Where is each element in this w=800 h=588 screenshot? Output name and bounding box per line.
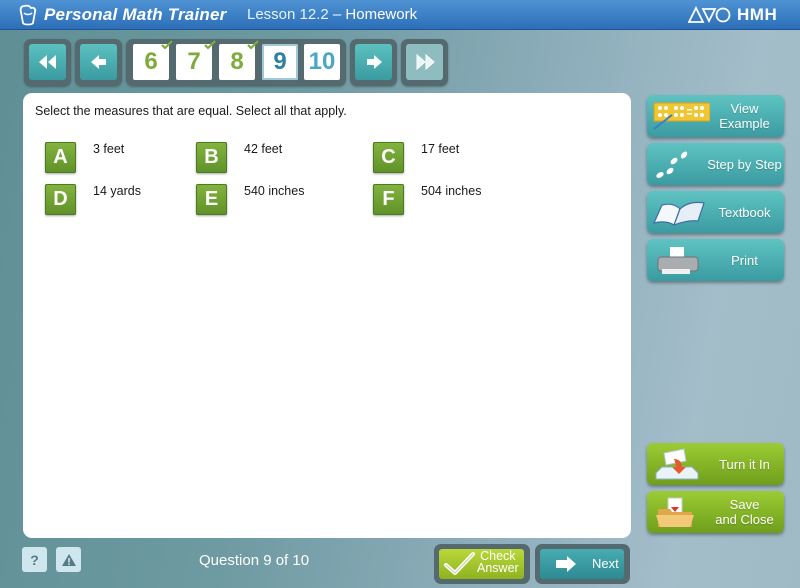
footsteps-icon bbox=[656, 151, 688, 178]
choice-letter-badge[interactable]: D bbox=[45, 184, 76, 215]
hmh-shapes-icon bbox=[688, 6, 731, 24]
view-example-label: View Example bbox=[705, 95, 784, 137]
turn-it-in-button[interactable]: Turn it In bbox=[647, 443, 784, 485]
turn-it-in-label: Turn it In bbox=[719, 456, 770, 472]
save-and-close-button[interactable]: Save and Close bbox=[647, 491, 784, 533]
question-tiles: 6 7 8 9 10 bbox=[126, 39, 346, 86]
arrow-left-icon bbox=[90, 55, 106, 69]
textbook-icon bbox=[652, 201, 705, 227]
choice-e[interactable]: E 540 inches bbox=[196, 184, 304, 215]
choice-b[interactable]: B 42 feet bbox=[196, 142, 282, 173]
question-prompt: Select the measures that are equal. Sele… bbox=[35, 104, 347, 118]
choice-text: 540 inches bbox=[244, 184, 305, 198]
next-button[interactable]: Next bbox=[540, 549, 624, 579]
choice-letter-badge[interactable]: F bbox=[373, 184, 404, 215]
first-question-frame bbox=[24, 39, 71, 86]
choice-text: 17 feet bbox=[421, 142, 460, 156]
view-example-button[interactable]: View Example bbox=[647, 95, 784, 137]
question-tile-9[interactable]: 9 bbox=[262, 44, 298, 80]
choice-a[interactable]: A 3 feet bbox=[45, 142, 124, 173]
question-number: 10 bbox=[308, 48, 336, 75]
check-answer-button[interactable]: Check Answer bbox=[439, 549, 524, 579]
lesson-kind: Homework bbox=[345, 6, 418, 23]
checkmark-icon bbox=[444, 552, 475, 575]
next-label: Next bbox=[592, 556, 619, 571]
arrow-right-icon bbox=[366, 55, 382, 69]
checkmark-icon bbox=[204, 40, 216, 50]
choice-text: 14 yards bbox=[93, 184, 141, 198]
brand-name: HMH bbox=[737, 5, 778, 24]
question-tile-10[interactable]: 10 bbox=[304, 44, 340, 80]
lesson-separator: – bbox=[328, 6, 346, 23]
choice-letter-badge[interactable]: C bbox=[373, 142, 404, 173]
next-question-nav-button[interactable] bbox=[355, 44, 392, 80]
choice-text: 3 feet bbox=[93, 142, 125, 156]
choice-letter-badge[interactable]: E bbox=[196, 184, 227, 215]
question-tile-8[interactable]: 8 bbox=[219, 40, 259, 80]
check-answer-frame: Check Answer bbox=[434, 544, 530, 584]
check-answer-line2: Answer bbox=[477, 561, 519, 575]
printer-icon bbox=[657, 247, 699, 274]
choice-text: 504 inches bbox=[421, 184, 482, 198]
print-button[interactable]: Print bbox=[647, 239, 784, 281]
choice-d[interactable]: D 14 yards bbox=[45, 184, 141, 215]
choice-f[interactable]: F 504 inches bbox=[373, 184, 481, 215]
previous-question-frame bbox=[75, 39, 122, 86]
checkmark-icon bbox=[161, 40, 173, 50]
question-counter: Question 9 of 10 bbox=[199, 552, 310, 569]
help-icon: ? bbox=[30, 551, 39, 568]
choice-c[interactable]: C 17 feet bbox=[373, 142, 459, 173]
textbook-button[interactable]: Textbook bbox=[647, 191, 784, 233]
question-panel: Select the measures that are equal. Sele… bbox=[23, 93, 631, 538]
double-chevron-left-icon bbox=[38, 55, 56, 69]
view-example-line2: Example bbox=[719, 116, 770, 131]
choice-text: 42 feet bbox=[244, 142, 283, 156]
choice-letter-badge[interactable]: B bbox=[196, 142, 227, 173]
check-answer-label: Check Answer bbox=[477, 550, 519, 575]
app-name: Personal Math Trainer bbox=[44, 5, 227, 24]
first-question-button[interactable] bbox=[29, 44, 66, 80]
lesson-title: Lesson 12.2 – Homework bbox=[247, 6, 417, 23]
choice-letter-badge[interactable]: A bbox=[45, 142, 76, 173]
double-chevron-right-icon bbox=[416, 53, 435, 71]
step-by-step-label: Step by Step bbox=[707, 156, 782, 172]
step-by-step-button[interactable]: Step by Step bbox=[647, 143, 784, 185]
turn-in-tray-icon bbox=[655, 448, 699, 480]
checkmark-icon bbox=[247, 40, 259, 50]
question-tile-7[interactable]: 7 bbox=[176, 40, 216, 80]
question-number: 9 bbox=[273, 48, 287, 75]
last-question-button[interactable] bbox=[406, 44, 443, 80]
textbook-label: Textbook bbox=[718, 204, 771, 220]
warning-icon bbox=[61, 553, 76, 566]
view-example-line1: View bbox=[730, 101, 759, 116]
help-button[interactable]: ? bbox=[22, 547, 47, 572]
print-label: Print bbox=[731, 252, 758, 268]
next-question-frame bbox=[350, 39, 397, 86]
view-example-icon bbox=[653, 102, 710, 130]
next-frame: Next bbox=[535, 544, 630, 584]
question-number: 6 bbox=[144, 48, 158, 75]
previous-question-button[interactable] bbox=[80, 44, 117, 80]
arrow-right-icon bbox=[556, 556, 576, 572]
title-bar: Personal Math Trainer Lesson 12.2 – Home… bbox=[0, 0, 800, 30]
question-number: 8 bbox=[230, 48, 244, 75]
report-problem-button[interactable] bbox=[56, 547, 81, 572]
last-question-frame bbox=[401, 39, 448, 86]
question-tile-6[interactable]: 6 bbox=[133, 40, 173, 80]
save-folder-icon bbox=[656, 497, 694, 527]
save-and-close-label: Save and Close bbox=[705, 491, 784, 533]
question-number: 7 bbox=[187, 48, 201, 75]
save-close-line2: and Close bbox=[715, 512, 774, 527]
save-close-line1: Save bbox=[729, 497, 760, 512]
lesson-number: Lesson 12.2 bbox=[247, 6, 329, 23]
pmt-logo-icon bbox=[19, 4, 37, 26]
hmh-logo: HMH bbox=[688, 5, 777, 25]
